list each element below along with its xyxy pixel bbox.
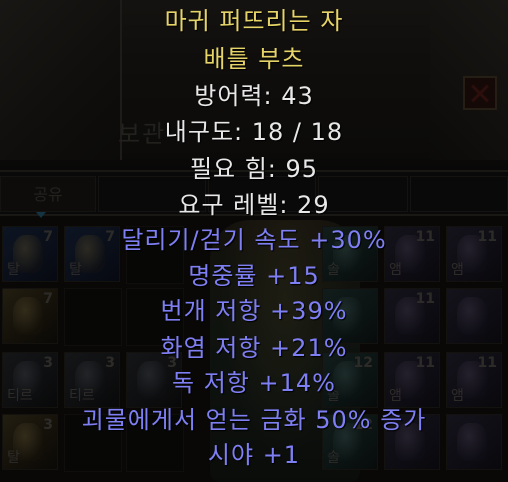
magic-property: 달리기/걷기 속도 +30% bbox=[121, 226, 387, 254]
defense-stat: 방어력: 43 bbox=[194, 82, 314, 110]
required-level: 요구 레벨: 29 bbox=[178, 191, 330, 219]
item-tooltip: 마귀 퍼뜨리는 자 배틀 부츠 방어력: 43 내구도: 18 / 18 필요 … bbox=[0, 0, 508, 482]
magic-property: 독 저항 +14% bbox=[172, 369, 336, 397]
magic-property: 명중률 +15 bbox=[188, 262, 320, 290]
magic-property: 괴물에게서 얻는 금화 50% 증가 bbox=[81, 406, 427, 434]
item-name: 마귀 퍼뜨리는 자 bbox=[164, 7, 344, 35]
durability-stat: 내구도: 18 / 18 bbox=[164, 118, 344, 146]
item-type: 배틀 부츠 bbox=[203, 45, 305, 73]
magic-property: 화염 저항 +21% bbox=[160, 334, 348, 362]
magic-property: 시야 +1 bbox=[207, 441, 301, 469]
required-strength: 필요 힘: 95 bbox=[189, 155, 319, 183]
magic-property: 번개 저항 +39% bbox=[160, 297, 348, 325]
